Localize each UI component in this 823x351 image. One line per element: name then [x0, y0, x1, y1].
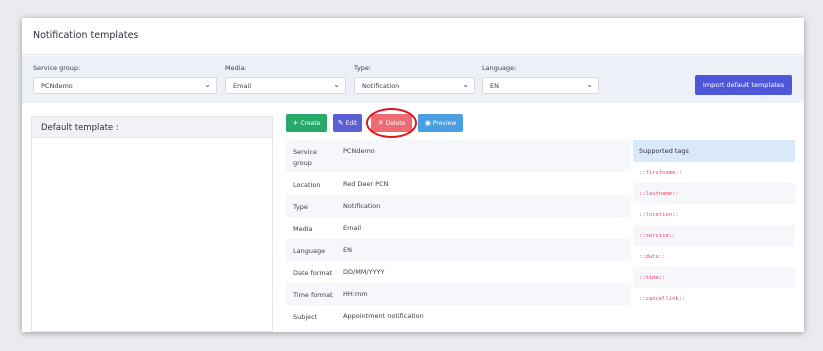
service-group-select[interactable]: PCNdemo ⌄ [33, 77, 217, 94]
detail-key: Type [293, 203, 308, 211]
delete-highlight-circle [366, 108, 417, 138]
default-template-panel: Default template : [31, 116, 273, 332]
edit-button[interactable]: ✎ Edit [333, 114, 362, 132]
plus-icon: + [292, 119, 299, 127]
detail-value: HH:mm [343, 290, 368, 298]
tag-item: ::date:: [639, 254, 666, 260]
service-group-label: Service group: [33, 64, 81, 72]
detail-row: Language EN [286, 239, 631, 261]
detail-row: Media Email [286, 217, 631, 239]
create-label: Create [300, 120, 321, 127]
preview-label: Preview [432, 120, 457, 127]
detail-row: Date format DD/MM/YYYY [286, 261, 631, 283]
filter-bar: Service group: PCNdemo ⌄ Media: Email ⌄ … [22, 56, 804, 103]
detail-value: Notification [343, 202, 381, 210]
chevron-down-icon: ⌄ [586, 80, 593, 89]
detail-row: Time format HH:mm [286, 283, 631, 305]
language-label: Language: [482, 64, 517, 72]
eye-icon: ◉ [424, 119, 431, 127]
tag-item: ::firstname:: [639, 170, 683, 176]
type-label: Type: [354, 64, 372, 72]
chevron-down-icon: ⌄ [204, 80, 211, 89]
detail-value: PCNdemo [343, 147, 375, 155]
tag-item: ::service:: [633, 225, 795, 246]
tag-item: ::lastname:: [633, 183, 795, 204]
media-label: Media: [225, 64, 247, 72]
detail-key: Language [293, 247, 326, 255]
detail-value: Appointment notification [343, 312, 424, 320]
type-value: Notification [362, 82, 400, 90]
language-value: EN [490, 82, 499, 90]
page-title: Notification templates [33, 30, 139, 41]
tag-item: ::cancellink:: [639, 296, 686, 302]
supported-tags-panel: Supported tags ::firstname:: ::lastname:… [633, 140, 795, 332]
media-select[interactable]: Email ⌄ [225, 77, 346, 94]
service-group-value: PCNdemo [41, 82, 73, 90]
detail-row: Subject Appointment notification [286, 305, 631, 327]
title-bar: Notification templates [22, 18, 804, 55]
detail-key: Location [293, 181, 321, 189]
detail-key: Time format [293, 291, 333, 299]
detail-row: Service group PCNdemo [286, 140, 631, 172]
detail-value: DD/MM/YYYY [343, 268, 385, 276]
create-button[interactable]: + Create [286, 114, 327, 132]
detail-key: Date format [293, 269, 333, 277]
type-select[interactable]: Notification ⌄ [354, 77, 475, 94]
supported-tags-heading: Supported tags [633, 140, 795, 162]
detail-value: Red Deer PCN [343, 180, 389, 188]
detail-value: Email [343, 224, 362, 232]
edit-label: Edit [345, 120, 358, 127]
pencil-icon: ✎ [337, 119, 344, 127]
media-value: Email [233, 82, 252, 90]
detail-value: EN [343, 246, 352, 254]
tag-item: ::location:: [639, 212, 679, 218]
chevron-down-icon: ⌄ [333, 80, 340, 89]
notification-templates-window: Notification templates Service group: PC… [22, 18, 804, 332]
import-default-templates-button[interactable]: Import default templates [695, 75, 792, 95]
detail-key: Subject [293, 313, 318, 321]
detail-key: Service group [293, 148, 318, 167]
tag-item: ::time:: [633, 267, 795, 288]
detail-key: Media [293, 225, 313, 233]
chevron-down-icon: ⌄ [462, 80, 469, 89]
language-select[interactable]: EN ⌄ [482, 77, 599, 94]
preview-button[interactable]: ◉ Preview [418, 114, 463, 132]
detail-row: Type Notification [286, 195, 631, 217]
detail-row: Location Red Deer PCN [286, 173, 631, 195]
default-template-heading: Default template : [32, 117, 272, 138]
